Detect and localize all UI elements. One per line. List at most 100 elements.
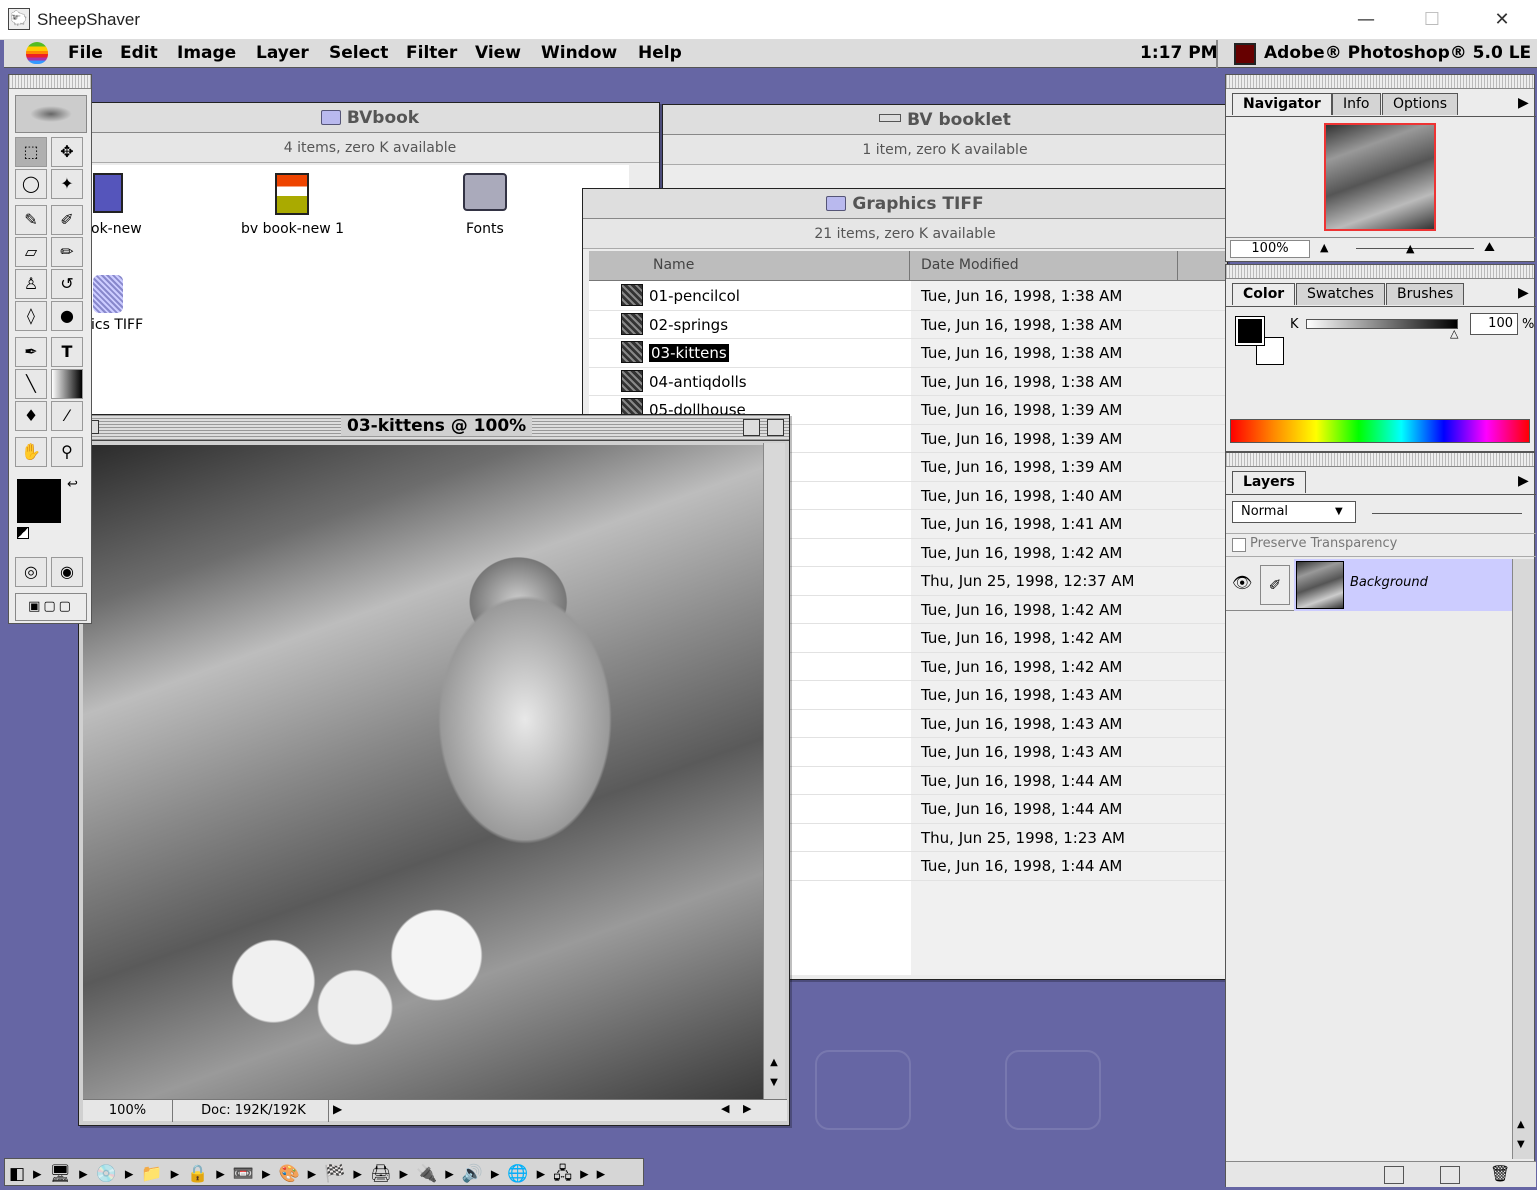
airbrush-icon[interactable]: ✎	[15, 205, 47, 235]
document-titlebar[interactable]: 03-kittens @ 100%	[79, 415, 789, 441]
trash-icon[interactable]: 🗑	[1490, 1164, 1510, 1183]
menu-help[interactable]: Help	[638, 43, 682, 63]
zoom-in-icon[interactable]: ⛰	[1484, 240, 1495, 255]
k-slider-thumb[interactable]: △	[1450, 327, 1458, 340]
zoom-level[interactable]: 100%	[83, 1100, 173, 1122]
hand-tool-icon[interactable]: ✋	[15, 437, 47, 467]
document-icon[interactable]	[275, 173, 309, 215]
lasso-tool-icon[interactable]: ◯	[15, 169, 47, 199]
collapse-box[interactable]	[767, 419, 784, 436]
menu-edit[interactable]: Edit	[120, 43, 158, 63]
palette-menu-arrow[interactable]: ▶	[1518, 285, 1529, 301]
file-name[interactable]: 02-springs	[621, 311, 728, 340]
tab-color[interactable]: Color	[1232, 283, 1296, 305]
menu-image[interactable]: Image	[177, 43, 236, 63]
default-colors-icon[interactable]	[17, 527, 29, 539]
icon-label[interactable]: ok-new	[91, 221, 142, 237]
list-item[interactable]: 04-antiqdolls Tue, Jun 16, 1998, 1:38 AM	[589, 368, 1227, 397]
toolbox-grip[interactable]	[9, 75, 91, 89]
screen-mode-icons[interactable]: ▣▢▢	[15, 593, 87, 621]
tab-navigator[interactable]: Navigator	[1232, 93, 1332, 115]
k-slider[interactable]	[1306, 319, 1458, 329]
palette-menu-arrow[interactable]: ▶	[1518, 473, 1529, 489]
maximize-button[interactable]: ☐	[1412, 6, 1452, 34]
foreground-color-swatch[interactable]	[17, 479, 61, 523]
file-name[interactable]: 01-pencilcol	[621, 282, 740, 311]
history-brush-icon[interactable]: ↺	[51, 269, 83, 299]
palette-grip[interactable]	[1226, 453, 1534, 467]
vertical-scrollbar[interactable]: ▲ ▼	[763, 443, 785, 1099]
icon-label[interactable]: ics TIFF	[91, 317, 143, 333]
menu-window[interactable]: Window	[541, 43, 617, 63]
icon-label[interactable]: Fonts	[466, 221, 504, 237]
move-tool-icon[interactable]: ✥	[51, 137, 83, 167]
paintbrush-icon[interactable]: ✐	[51, 205, 83, 235]
fonts-folder-icon[interactable]	[463, 173, 507, 211]
pencil-icon[interactable]: ✏	[51, 237, 83, 267]
tiff-file-icon[interactable]	[621, 341, 643, 363]
menu-view[interactable]: View	[475, 43, 521, 63]
apple-menu-icon[interactable]	[26, 42, 48, 64]
column-date-header[interactable]: Date Modified	[921, 257, 1019, 273]
scroll-down-arrow[interactable]: ▼	[766, 1077, 782, 1095]
tab-swatches[interactable]: Swatches	[1296, 283, 1385, 305]
column-name-header[interactable]: Name	[653, 257, 694, 273]
marquee-tool-icon[interactable]: ⬚	[15, 137, 47, 167]
booklet-titlebar[interactable]: BV booklet	[663, 105, 1227, 135]
layer-name[interactable]: Background	[1350, 575, 1428, 590]
file-name[interactable]: 03-kittens	[621, 339, 729, 368]
paint-bucket-icon[interactable]: ♦	[15, 401, 47, 431]
file-name[interactable]: 04-antiqdolls	[621, 368, 747, 397]
scroll-up-arrow[interactable]: ▲	[766, 1057, 782, 1075]
tiff-file-icon[interactable]	[621, 312, 643, 335]
document-window[interactable]: 03-kittens @ 100% ▲ ▼ 100% Doc: 192K/192…	[78, 414, 790, 1126]
blend-mode-select[interactable]: Normal ▼	[1232, 501, 1356, 523]
scroll-right-arrow[interactable]: ▶	[743, 1102, 751, 1115]
pen-tool-icon[interactable]: ✒	[15, 337, 47, 367]
zoom-slider[interactable]	[1356, 248, 1474, 249]
tiff-file-icon[interactable]	[621, 369, 643, 392]
tab-info[interactable]: Info	[1332, 93, 1381, 115]
icon-label[interactable]: bv book-new 1	[241, 221, 344, 237]
zoom-slider-thumb[interactable]: ▲	[1406, 242, 1414, 255]
type-tool-icon[interactable]: T	[51, 337, 83, 367]
palette-menu-arrow[interactable]: ▶	[1518, 95, 1529, 111]
list-item[interactable]: 03-kittens Tue, Jun 16, 1998, 1:38 AM	[589, 339, 1227, 368]
list-item[interactable]: 02-springs Tue, Jun 16, 1998, 1:38 AM	[589, 311, 1227, 340]
palette-grip[interactable]	[1226, 265, 1534, 279]
scroll-down-arrow[interactable]: ▼	[1517, 1139, 1525, 1150]
zoom-box[interactable]	[743, 419, 760, 436]
scroll-left-arrow[interactable]: ◀	[721, 1102, 729, 1115]
menu-select[interactable]: Select	[329, 43, 388, 63]
new-layer-icon[interactable]	[1440, 1166, 1460, 1184]
scroll-up-arrow[interactable]: ▲	[1517, 1119, 1525, 1130]
foreground-color-chip[interactable]	[1235, 316, 1265, 346]
zoom-out-icon[interactable]: ▲	[1320, 241, 1328, 254]
magic-wand-icon[interactable]: ✦	[51, 169, 83, 199]
layers-scrollbar[interactable]: ▲ ▼	[1512, 559, 1534, 1159]
palette-grip[interactable]	[1226, 75, 1534, 89]
standard-mode-icon[interactable]: ◎	[15, 557, 47, 587]
mask-icon[interactable]	[1384, 1166, 1404, 1184]
list-item[interactable]: 01-pencilcol Tue, Jun 16, 1998, 1:38 AM	[589, 282, 1227, 311]
eraser-icon[interactable]: ▱	[15, 237, 47, 267]
eyedropper-icon[interactable]: ⁄	[51, 401, 83, 431]
color-ramp[interactable]	[1230, 419, 1530, 443]
tiff-file-icon[interactable]	[621, 284, 643, 306]
quickmask-mode-icon[interactable]: ◉	[51, 557, 83, 587]
bv-booklet-window[interactable]: BV booklet 1 item, zero K available	[662, 104, 1228, 194]
layer-thumbnail[interactable]	[1296, 561, 1344, 609]
bvbook-window[interactable]: BVbook 4 items, zero K available ok-new …	[80, 102, 660, 442]
swap-colors-icon[interactable]: ↩	[67, 477, 78, 492]
paintbrush-link-icon[interactable]: ✐	[1260, 565, 1290, 605]
menu-layer[interactable]: Layer	[256, 43, 309, 63]
layer-row-background[interactable]: 👁 ✐ Background	[1226, 559, 1512, 611]
bvbook-titlebar[interactable]: BVbook	[81, 103, 659, 133]
photoshop-app-icon[interactable]	[1234, 43, 1256, 65]
opacity-slider[interactable]	[1372, 513, 1522, 514]
graphics-titlebar[interactable]: Graphics TIFF	[583, 189, 1227, 219]
eye-logo-icon[interactable]	[15, 95, 87, 133]
navigator-preview[interactable]	[1324, 123, 1436, 231]
close-button[interactable]: ✕	[1482, 6, 1522, 34]
menu-file[interactable]: File	[68, 43, 103, 63]
